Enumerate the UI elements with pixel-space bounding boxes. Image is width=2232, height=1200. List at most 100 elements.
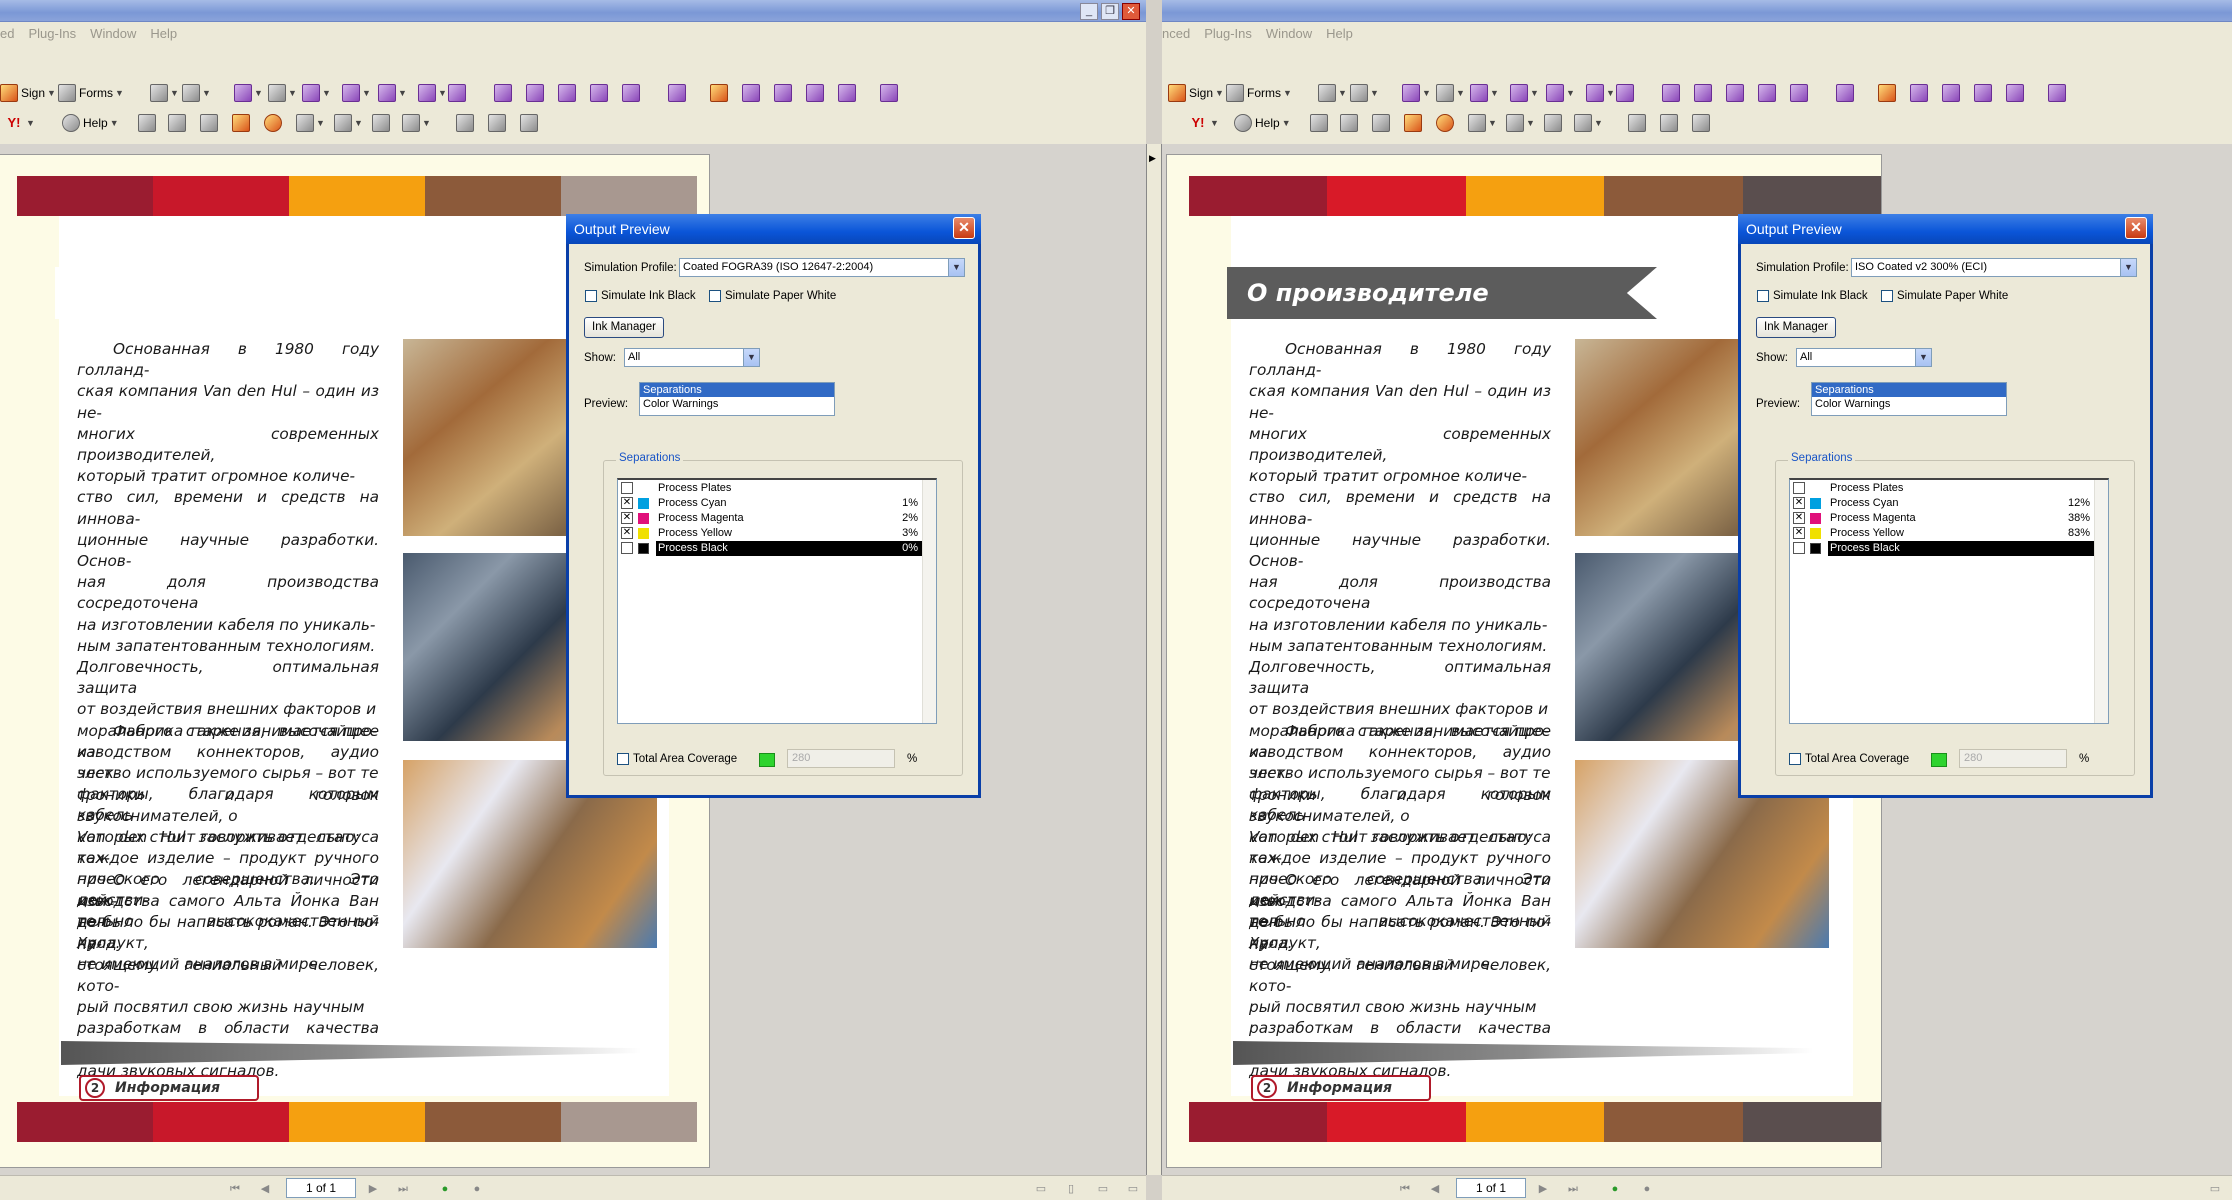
separation-checkbox[interactable]: ✕	[621, 527, 633, 539]
plugin-tool[interactable]	[2048, 82, 2066, 104]
redact-tool[interactable]	[372, 112, 390, 134]
flattener-tool[interactable]	[1942, 82, 1960, 104]
menu-item-advanced[interactable]: nced	[1162, 22, 1197, 41]
layout-tool[interactable]: ▼	[1506, 112, 1535, 134]
text-tool[interactable]: ▼	[342, 82, 371, 104]
vertical-splitter[interactable]: ▶	[1146, 144, 1162, 1175]
separations-scrollbar[interactable]	[2094, 480, 2108, 723]
menu-item-help[interactable]: Help	[1319, 22, 1360, 41]
separation-checkbox[interactable]: ✕	[621, 512, 633, 524]
globe-tool[interactable]	[1436, 112, 1454, 134]
convert-colors-tool[interactable]	[1726, 82, 1744, 104]
continuous-view-icon[interactable]: ▯	[1064, 1182, 1078, 1196]
go-back-icon[interactable]: ●	[1608, 1182, 1622, 1196]
forms-button[interactable]: Forms ▼	[1226, 82, 1292, 104]
text-edit-tool[interactable]: ▼	[402, 112, 431, 134]
next-page-icon[interactable]: ▶	[366, 1182, 380, 1196]
separation-checkbox[interactable]: ✕	[621, 497, 633, 509]
first-page-icon[interactable]: ⏮	[228, 1182, 242, 1196]
simulate-ink-black-checkbox[interactable]	[1757, 290, 1769, 302]
separations-scrollbar[interactable]	[922, 480, 936, 723]
separation-row-selected[interactable]: Process Black 0%	[618, 541, 922, 556]
globe-tool[interactable]	[264, 112, 282, 134]
go-back-icon[interactable]: ●	[438, 1182, 452, 1196]
trap-tool[interactable]	[622, 82, 640, 104]
facing-view-icon[interactable]: ▭	[1096, 1182, 1110, 1196]
last-page-icon[interactable]: ⏭	[396, 1182, 410, 1196]
separation-checkbox[interactable]: ✕	[1793, 497, 1805, 509]
last-page-icon[interactable]: ⏭	[1566, 1182, 1580, 1196]
combine-tool[interactable]: ▼	[182, 82, 211, 104]
coverage-color-swatch[interactable]	[1931, 753, 1947, 767]
close-window-button[interactable]: ✕	[1122, 3, 1140, 20]
touchup-tool[interactable]: ▼	[1546, 82, 1575, 104]
fill-tool[interactable]: ▼	[1468, 112, 1497, 134]
help-button[interactable]: Help ▼	[1234, 112, 1291, 134]
preflight-tool[interactable]	[1662, 82, 1680, 104]
menu-item-plugins[interactable]: Plug-Ins	[1197, 22, 1259, 41]
separation-checkbox[interactable]	[621, 542, 633, 554]
menu-item-plugins[interactable]: Plug-Ins	[21, 22, 83, 41]
preview-option-color-warnings[interactable]: Color Warnings	[1812, 397, 2006, 411]
sign-button[interactable]: Sign ▼	[0, 82, 56, 104]
simulation-profile-select[interactable]: ISO Coated v2 300% (ECI) ▼	[1851, 258, 2137, 277]
fill-tool[interactable]: ▼	[296, 112, 325, 134]
layout-tool[interactable]: ▼	[334, 112, 363, 134]
menu-item-window[interactable]: Window	[1259, 22, 1319, 41]
separation-row[interactable]: ✕ Process Cyan 12%	[1790, 496, 2094, 511]
link-tool[interactable]: ▼	[418, 82, 447, 104]
separation-checkbox[interactable]	[1793, 482, 1805, 494]
plugin-tool[interactable]	[880, 82, 898, 104]
separation-row[interactable]: ✕ Process Magenta 38%	[1790, 511, 2094, 526]
combine-tool[interactable]: ▼	[1350, 82, 1379, 104]
separation-row[interactable]: Process Plates	[1790, 481, 2094, 496]
crop-tool[interactable]	[448, 82, 466, 104]
flattener-tool[interactable]	[774, 82, 792, 104]
output-preview-tool[interactable]	[1694, 82, 1712, 104]
select-arrow-tool[interactable]	[1310, 112, 1328, 134]
total-area-coverage-checkbox[interactable]	[1789, 753, 1801, 765]
ink-manager-tool[interactable]	[1758, 82, 1776, 104]
coverage-color-swatch[interactable]	[759, 753, 775, 767]
dialog-close-button[interactable]: ✕	[2125, 217, 2147, 239]
single-page-view-icon[interactable]: ▭	[2208, 1182, 2222, 1196]
crop-pages-tool[interactable]	[1372, 112, 1390, 134]
output-preview-tool[interactable]	[526, 82, 544, 104]
text-edit-tool[interactable]: ▼	[1574, 112, 1603, 134]
previous-page-icon[interactable]: ◀	[258, 1182, 272, 1196]
previous-page-icon[interactable]: ◀	[1428, 1182, 1442, 1196]
select-arrow-tool[interactable]	[138, 112, 156, 134]
crop-tool[interactable]	[1616, 82, 1634, 104]
object-tool[interactable]: ▼	[302, 82, 331, 104]
pdfx-tool[interactable]	[1974, 82, 1992, 104]
hand-tool[interactable]	[1340, 112, 1358, 134]
separation-checkbox[interactable]	[621, 482, 633, 494]
separation-row[interactable]: ✕ Process Yellow 3%	[618, 526, 922, 541]
dialog-close-button[interactable]: ✕	[953, 217, 975, 239]
snapshot-tool[interactable]	[1660, 112, 1678, 134]
help-button[interactable]: Help ▼	[62, 112, 119, 134]
continuous-facing-view-icon[interactable]: ▭	[1126, 1182, 1140, 1196]
preview-option-separations[interactable]: Separations	[640, 383, 834, 397]
jdf-tool[interactable]	[2006, 82, 2024, 104]
total-area-coverage-checkbox[interactable]	[617, 753, 629, 765]
link-tool[interactable]: ▼	[1586, 82, 1615, 104]
loupe-tool[interactable]	[520, 112, 538, 134]
crop-pages-tool[interactable]	[200, 112, 218, 134]
jdf-tool[interactable]	[838, 82, 856, 104]
convert-colors-tool[interactable]	[558, 82, 576, 104]
preview-listbox[interactable]: Separations Color Warnings	[1811, 382, 2007, 416]
sign-button[interactable]: Sign ▼	[1168, 82, 1224, 104]
page-number-field[interactable]: 1 of 1	[1456, 1178, 1526, 1198]
separation-checkbox[interactable]: ✕	[1793, 527, 1805, 539]
restore-button[interactable]: ❐	[1101, 3, 1119, 20]
scroll-arrow-icon[interactable]: ▶	[1149, 152, 1159, 164]
next-page-icon[interactable]: ▶	[1536, 1182, 1550, 1196]
object-tool[interactable]: ▼	[1470, 82, 1499, 104]
separation-row[interactable]: ✕ Process Cyan 1%	[618, 496, 922, 511]
transparency-tool[interactable]	[1910, 82, 1928, 104]
select-tool[interactable]: ▼	[1402, 82, 1431, 104]
yahoo-button[interactable]: Y! ▼	[1188, 112, 1219, 134]
simulate-paper-white-checkbox[interactable]	[709, 290, 721, 302]
show-select[interactable]: All ▼	[1796, 348, 1932, 367]
